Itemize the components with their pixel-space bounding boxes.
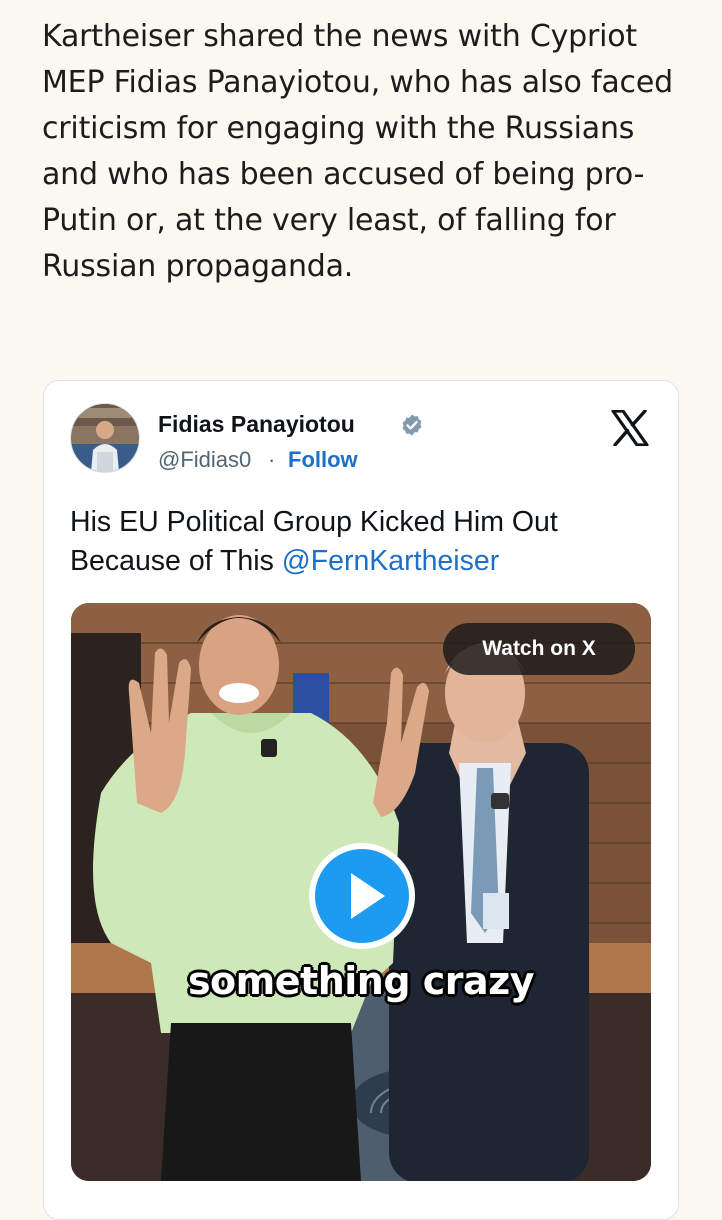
avatar-photo xyxy=(71,404,139,472)
play-icon[interactable] xyxy=(307,841,417,951)
tweet-mention-link[interactable]: @FernKartheiser xyxy=(282,545,499,577)
follow-button[interactable]: Follow xyxy=(288,447,358,473)
tweet-text: His EU Political Group Kicked Him Out Be… xyxy=(70,503,660,581)
author-avatar[interactable] xyxy=(70,403,140,473)
author-handle[interactable]: @Fidias0 xyxy=(158,447,251,473)
embedded-post-card[interactable]: Fidias Panayiotou @Fidias0 · Follow His … xyxy=(43,380,679,1220)
handle-separator: · xyxy=(268,447,276,472)
watch-on-x-button[interactable]: Watch on X xyxy=(443,623,635,675)
article-paragraph: Kartheiser shared the news with Cypriot … xyxy=(42,19,673,284)
video-caption: something crazy xyxy=(187,959,535,1003)
video-thumbnail[interactable]: Watch on X something crazy xyxy=(71,603,651,1181)
x-logo-icon[interactable] xyxy=(611,410,649,446)
author-name[interactable]: Fidias Panayiotou xyxy=(158,411,355,438)
verified-badge-icon xyxy=(402,414,422,436)
